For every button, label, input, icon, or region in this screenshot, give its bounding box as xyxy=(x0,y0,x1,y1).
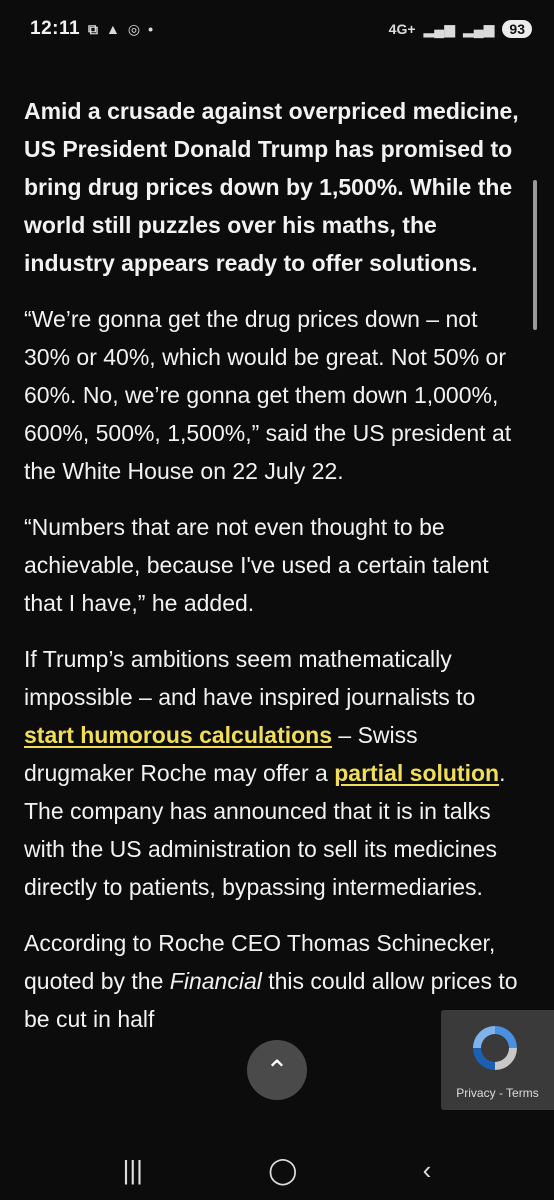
back-icon[interactable]: ‹ xyxy=(423,1155,432,1186)
signal-icon-2: ▂▄▆ xyxy=(462,20,495,37)
link-partial-solution[interactable]: partial solution xyxy=(334,760,499,786)
recaptcha-icon xyxy=(473,1026,517,1070)
system-nav-bar: ||| ◯ ‹ xyxy=(0,1140,554,1200)
status-time: 12:11 xyxy=(30,18,81,39)
p4-italic: Financial xyxy=(169,968,262,994)
back-to-top-button[interactable]: ⌃ xyxy=(247,1040,307,1100)
status-left: 12:11 ⧉ ▲ ◎ • xyxy=(30,18,153,40)
link-humorous-calculations[interactable]: start humorous calculations xyxy=(24,722,332,748)
screenshot-icon: ⧉ xyxy=(88,20,99,37)
article-paragraph-1: “We’re gonna get the drug prices down – … xyxy=(24,306,512,484)
home-icon[interactable]: ◯ xyxy=(268,1155,297,1186)
recaptcha-terms[interactable]: Privacy - Terms xyxy=(441,1086,554,1100)
instagram-icon: ◎ xyxy=(127,20,141,37)
recaptcha-badge[interactable]: Privacy - Terms xyxy=(441,1010,554,1110)
article-paragraph-3: If Trump’s ambitions seem mathematically… xyxy=(24,640,529,906)
battery-indicator: 93 xyxy=(502,20,532,38)
article-paragraph-2: “Numbers that are not even thought to be… xyxy=(24,514,489,616)
p3-text-a: If Trump’s ambitions seem mathematically… xyxy=(24,646,476,710)
article-lead: Amid a crusade against overpriced medici… xyxy=(24,98,519,276)
status-right: 4G+ ▂▄▆ ▂▄▆ 93 xyxy=(389,20,532,38)
network-label: 4G+ xyxy=(388,21,416,37)
recent-apps-icon[interactable]: ||| xyxy=(123,1155,143,1186)
status-bar: 12:11 ⧉ ▲ ◎ • 4G+ ▂▄▆ ▂▄▆ 93 xyxy=(0,0,554,58)
warning-icon: ▲ xyxy=(106,21,120,37)
scrollbar-thumb[interactable] xyxy=(533,180,537,330)
chevron-up-icon: ⌃ xyxy=(265,1054,289,1086)
signal-icon: ▂▄▆ xyxy=(423,20,455,37)
dot-icon: • xyxy=(148,21,154,37)
article-body: Amid a crusade against overpriced medici… xyxy=(24,92,529,1056)
